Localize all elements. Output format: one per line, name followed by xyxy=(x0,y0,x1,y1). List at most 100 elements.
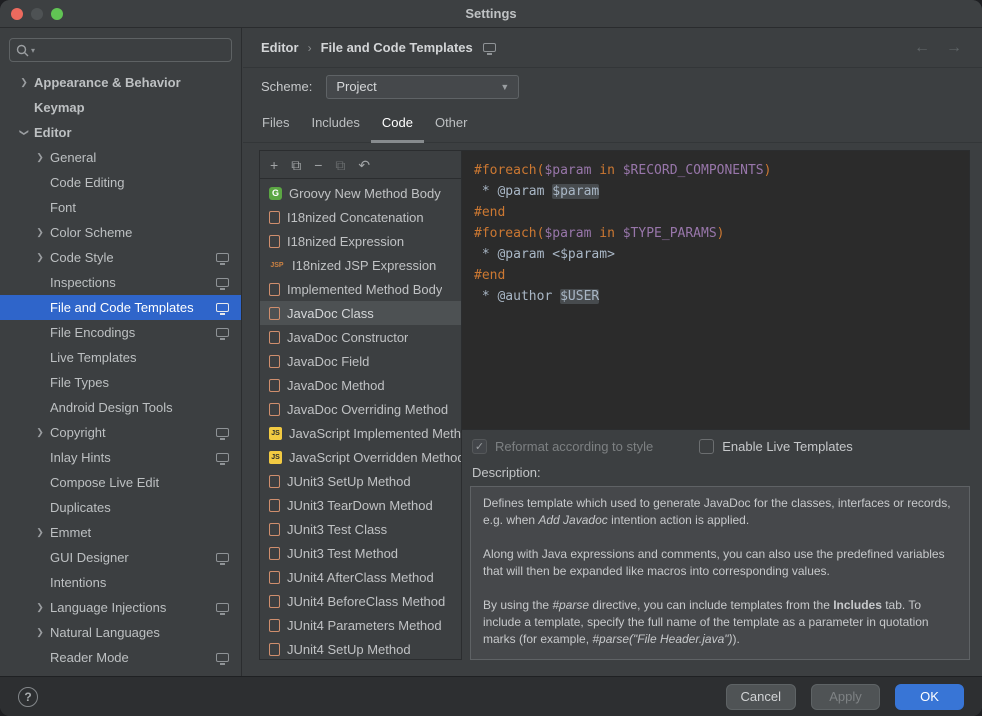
forward-button[interactable]: → xyxy=(946,40,962,56)
sidebar-item-emmet[interactable]: ❯Emmet xyxy=(0,520,241,545)
tab-code[interactable]: Code xyxy=(371,105,424,143)
sidebar-item-code-style[interactable]: ❯Code Style xyxy=(0,245,241,270)
enable-live-templates-label: Enable Live Templates xyxy=(722,439,853,454)
chevron-right-icon[interactable]: ❯ xyxy=(30,527,50,538)
template-item-label: JUnit3 Test Method xyxy=(287,546,398,561)
sidebar-item-inspections[interactable]: Inspections xyxy=(0,270,241,295)
sidebar-item-label: Code Style xyxy=(50,250,114,265)
search-options-chevron-icon[interactable]: ▾ xyxy=(31,46,35,55)
reset-template-button[interactable]: ↶ xyxy=(358,158,370,172)
template-item-junit4-beforeclass-method[interactable]: JUnit4 BeforeClass Method xyxy=(260,589,461,613)
template-file-icon xyxy=(269,355,280,368)
chevron-right-icon[interactable]: ❯ xyxy=(30,227,50,238)
description-paragraph: Along with Java expressions and comments… xyxy=(483,546,957,580)
code-token: #end xyxy=(474,268,505,283)
template-item-i18nized-jsp-expression[interactable]: JSPI18nized JSP Expression xyxy=(260,253,461,277)
sidebar-item-gui-designer[interactable]: GUI Designer xyxy=(0,545,241,570)
plus-icon: + xyxy=(270,157,278,173)
breadcrumb-item-editor[interactable]: Editor xyxy=(261,40,299,55)
sidebar-item-file-types[interactable]: File Types xyxy=(0,370,241,395)
template-file-icon xyxy=(269,211,280,224)
sidebar-item-inlay-hints[interactable]: Inlay Hints xyxy=(0,445,241,470)
sidebar-item-language-injections[interactable]: ❯Language Injections xyxy=(0,595,241,620)
sidebar-item-duplicates[interactable]: Duplicates xyxy=(0,495,241,520)
tab-includes[interactable]: Includes xyxy=(300,105,370,143)
sidebar-item-color-scheme[interactable]: ❯Color Scheme xyxy=(0,220,241,245)
template-item-implemented-method-body[interactable]: Implemented Method Body xyxy=(260,277,461,301)
tab-other[interactable]: Other xyxy=(424,105,479,143)
template-item-junit3-test-method[interactable]: JUnit3 Test Method xyxy=(260,541,461,565)
template-item-javadoc-class[interactable]: JavaDoc Class xyxy=(260,301,461,325)
sidebar-item-label: Copyright xyxy=(50,425,106,440)
template-item-junit4-parameters-method[interactable]: JUnit4 Parameters Method xyxy=(260,613,461,637)
code-line: #end xyxy=(474,265,957,286)
duplicate-template-button[interactable]: ⧉ xyxy=(335,158,345,172)
template-item-javadoc-constructor[interactable]: JavaDoc Constructor xyxy=(260,325,461,349)
template-item-javadoc-field[interactable]: JavaDoc Field xyxy=(260,349,461,373)
add-template-button[interactable]: + xyxy=(270,158,278,172)
sidebar-item-code-editing[interactable]: Code Editing xyxy=(0,170,241,195)
chevron-down-icon[interactable]: ❯ xyxy=(19,123,30,143)
scheme-dropdown[interactable]: Project ▼ xyxy=(326,75,519,99)
code-token: $TYPE_PARAMS xyxy=(623,226,717,241)
remove-template-button[interactable]: − xyxy=(314,158,322,172)
back-button[interactable]: ← xyxy=(914,40,930,56)
code-token: $USER xyxy=(560,289,599,304)
template-item-groovy-new-method-body[interactable]: GGroovy New Method Body xyxy=(260,181,461,205)
sidebar-item-editor[interactable]: ❯Editor xyxy=(0,120,241,145)
shared-settings-icon xyxy=(216,428,229,437)
sidebar-item-copyright[interactable]: ❯Copyright xyxy=(0,420,241,445)
sidebar-item-natural-languages[interactable]: ❯Natural Languages xyxy=(0,620,241,645)
sidebar-item-keymap[interactable]: Keymap xyxy=(0,95,241,120)
description-box: Defines template which used to generate … xyxy=(470,486,970,660)
template-item-junit3-test-class[interactable]: JUnit3 Test Class xyxy=(260,517,461,541)
template-item-junit3-teardown-method[interactable]: JUnit3 TearDown Method xyxy=(260,493,461,517)
close-window-button[interactable] xyxy=(11,8,23,20)
template-item-i18nized-expression[interactable]: I18nized Expression xyxy=(260,229,461,253)
enable-live-templates-checkbox[interactable]: ✓ Enable Live Templates xyxy=(699,439,853,454)
zoom-window-button[interactable] xyxy=(51,8,63,20)
template-item-junit4-setup-method[interactable]: JUnit4 SetUp Method xyxy=(260,637,461,659)
sidebar-item-reader-mode[interactable]: Reader Mode xyxy=(0,645,241,670)
sidebar-item-label: Duplicates xyxy=(50,500,111,515)
help-button[interactable]: ? xyxy=(18,687,38,707)
template-item-junit3-setup-method[interactable]: JUnit3 SetUp Method xyxy=(260,469,461,493)
settings-dialog: Settings ▾ ❯Appearance & BehaviorKeymap❯… xyxy=(0,0,982,716)
ok-button[interactable]: OK xyxy=(895,684,964,710)
code-token: #foreach( xyxy=(474,226,544,241)
chevron-right-icon[interactable]: ❯ xyxy=(30,152,50,163)
chevron-right-icon[interactable]: ❯ xyxy=(30,427,50,438)
apply-button[interactable]: Apply xyxy=(811,684,880,710)
search-input[interactable] xyxy=(41,43,225,58)
sidebar-item-file-encodings[interactable]: File Encodings xyxy=(0,320,241,345)
template-item-label: JavaDoc Overriding Method xyxy=(287,402,448,417)
chevron-right-icon[interactable]: ❯ xyxy=(30,252,50,263)
chevron-right-icon[interactable]: ❯ xyxy=(14,77,34,88)
cancel-button[interactable]: Cancel xyxy=(726,684,796,710)
dialog-footer: ? Cancel Apply OK xyxy=(0,676,982,716)
sidebar-item-label: File and Code Templates xyxy=(50,300,194,315)
sidebar-item-live-templates[interactable]: Live Templates xyxy=(0,345,241,370)
sidebar-item-file-and-code-templates[interactable]: File and Code Templates xyxy=(0,295,241,320)
template-item-javascript-implemented-method-body[interactable]: JSJavaScript Implemented Method Body xyxy=(260,421,461,445)
template-item-label: JavaScript Implemented Method Body xyxy=(289,426,461,441)
template-code-editor[interactable]: #foreach($param in $RECORD_COMPONENTS) *… xyxy=(462,150,970,430)
template-item-javadoc-overriding-method[interactable]: JavaDoc Overriding Method xyxy=(260,397,461,421)
main-panel: Editor › File and Code Templates ← → Sch… xyxy=(243,28,982,676)
sidebar-item-intentions[interactable]: Intentions xyxy=(0,570,241,595)
chevron-right-icon[interactable]: ❯ xyxy=(30,602,50,613)
template-item-javadoc-method[interactable]: JavaDoc Method xyxy=(260,373,461,397)
chevron-right-icon[interactable]: ❯ xyxy=(30,627,50,638)
sidebar-item-appearance-behavior[interactable]: ❯Appearance & Behavior xyxy=(0,70,241,95)
sidebar-item-compose-live-edit[interactable]: Compose Live Edit xyxy=(0,470,241,495)
template-item-junit4-afterclass-method[interactable]: JUnit4 AfterClass Method xyxy=(260,565,461,589)
reformat-checkbox[interactable]: ✓ Reformat according to style xyxy=(472,439,653,454)
template-item-javascript-overridden-method-body[interactable]: JSJavaScript Overridden Method Body xyxy=(260,445,461,469)
sidebar-item-general[interactable]: ❯General xyxy=(0,145,241,170)
copy-template-button[interactable]: ⧉ xyxy=(291,158,301,172)
sidebar-item-android-design-tools[interactable]: Android Design Tools xyxy=(0,395,241,420)
sidebar-item-font[interactable]: Font xyxy=(0,195,241,220)
settings-search-box[interactable]: ▾ xyxy=(9,38,232,62)
template-item-i18nized-concatenation[interactable]: I18nized Concatenation xyxy=(260,205,461,229)
tab-files[interactable]: Files xyxy=(251,105,300,143)
